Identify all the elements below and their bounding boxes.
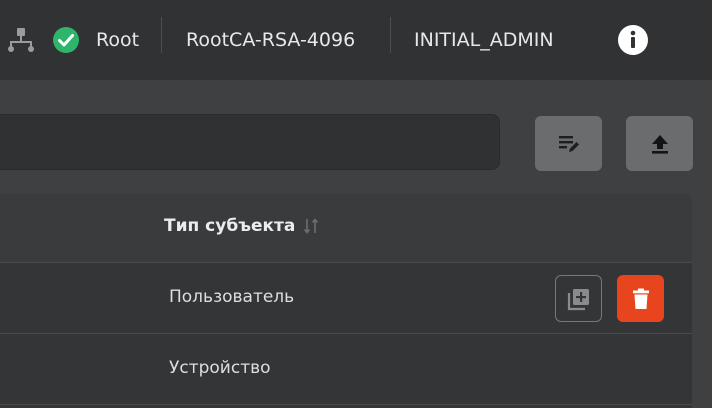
info-button[interactable] bbox=[617, 0, 649, 80]
divider bbox=[161, 17, 162, 53]
column-header-subject-type[interactable]: Тип субъекта bbox=[164, 216, 319, 236]
check-circle-icon bbox=[53, 27, 79, 53]
edit-list-icon bbox=[558, 135, 579, 152]
add-copy-icon bbox=[567, 288, 589, 310]
column-header-label: Тип субъекта bbox=[164, 216, 296, 236]
subject-type-cell: Устройство bbox=[169, 358, 271, 378]
status-label: Root bbox=[96, 29, 140, 51]
divider bbox=[390, 17, 391, 53]
subject-type-cell: Пользователь bbox=[169, 287, 295, 307]
delete-button[interactable] bbox=[617, 275, 664, 322]
add-button[interactable] bbox=[555, 275, 602, 322]
edit-list-button[interactable] bbox=[535, 116, 602, 171]
top-bar: Root RootCA-RSA-4096 INITIAL_ADMIN bbox=[0, 0, 712, 80]
table-header: Тип субъекта bbox=[0, 194, 692, 263]
hierarchy-button[interactable] bbox=[6, 0, 36, 80]
trash-icon bbox=[632, 288, 649, 309]
subjects-table: Тип субъекта Пользователь Устройство bbox=[0, 194, 692, 408]
sort-icon bbox=[304, 218, 319, 234]
upload-icon bbox=[651, 134, 668, 154]
ca-name[interactable]: RootCA-RSA-4096 bbox=[186, 0, 355, 80]
search-input[interactable] bbox=[0, 114, 500, 170]
user-name[interactable]: INITIAL_ADMIN bbox=[414, 0, 554, 80]
table-row[interactable]: Пользователь bbox=[0, 263, 692, 334]
table-row[interactable]: Устройство bbox=[0, 334, 692, 405]
info-icon bbox=[618, 25, 648, 55]
status-indicator bbox=[52, 0, 80, 80]
hierarchy-icon bbox=[8, 28, 34, 52]
upload-button[interactable] bbox=[626, 116, 693, 171]
